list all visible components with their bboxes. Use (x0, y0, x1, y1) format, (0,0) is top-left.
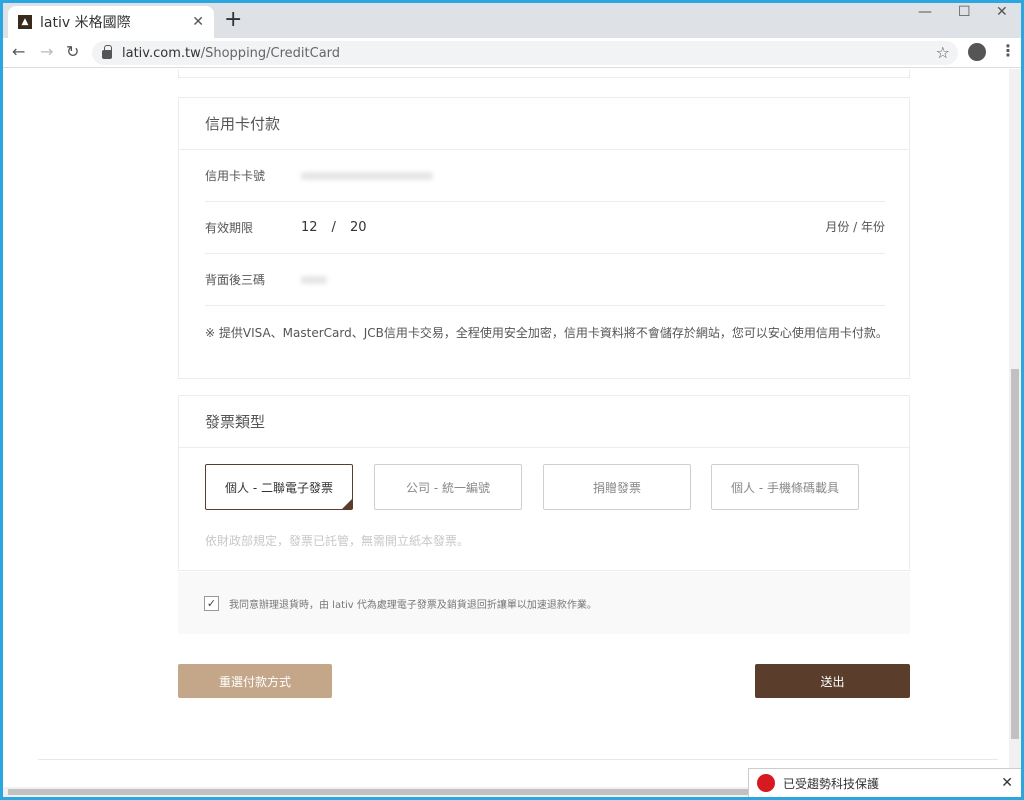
forward-arrow-icon[interactable]: → (40, 42, 53, 61)
trend-micro-toast: 已受趨勢科技保護 ✕ (748, 768, 1022, 798)
toast-text: 已受趨勢科技保護 (783, 776, 880, 791)
invoice-option-personal-e-invoice[interactable]: 個人 - 二聯電子發票 (205, 464, 353, 510)
lativ-favicon-icon: ▲ (18, 15, 32, 29)
tab-close-icon[interactable]: ✕ (192, 14, 204, 30)
card-number-input[interactable] (301, 171, 433, 180)
credit-card-section: 信用卡付款 信用卡卡號 有效期限 12 / 20 月份 / 年份 背面後三碼 ※… (178, 97, 910, 379)
cvv-row: 背面後三碼 (205, 254, 885, 306)
expiry-separator: / (331, 220, 336, 235)
url-host: lativ.com.tw (122, 45, 201, 61)
agree-refund-row: ✓ 我同意辦理退貨時，由 lativ 代為處理電子發票及銷貨退回折讓單以加速退款… (178, 572, 910, 634)
cvv-input[interactable] (301, 275, 327, 284)
expiry-label: 有效期限 (205, 221, 254, 235)
card-number-row: 信用卡卡號 (205, 150, 885, 202)
browser-menu-icon[interactable]: ⋮ (1000, 41, 1016, 60)
new-tab-button[interactable]: + (224, 8, 242, 32)
vertical-scrollbar[interactable] (1009, 69, 1021, 787)
profile-avatar-icon[interactable] (968, 43, 986, 61)
window-minimize-button[interactable]: — (918, 4, 932, 20)
browser-tab[interactable]: ▲ lativ 米格國際 ✕ (8, 6, 214, 38)
window-close-button[interactable]: ✕ (996, 4, 1008, 20)
toast-close-icon[interactable]: ✕ (1001, 775, 1013, 791)
expiry-year-input[interactable]: 20 (350, 220, 367, 235)
card-number-label: 信用卡卡號 (205, 169, 266, 183)
submit-button[interactable]: 送出 (755, 664, 910, 698)
invoice-option-mobile-barcode[interactable]: 個人 - 手機條碼載具 (711, 464, 859, 510)
window-maximize-button[interactable]: ☐ (958, 4, 971, 20)
cvv-label: 背面後三碼 (205, 273, 266, 287)
invoice-title: 發票類型 (179, 396, 909, 448)
footer-divider (38, 759, 998, 760)
trend-micro-logo-icon (757, 774, 775, 792)
invoice-option-donation[interactable]: 捐贈發票 (543, 464, 691, 510)
bookmark-star-icon[interactable]: ☆ (936, 43, 950, 62)
address-bar[interactable]: lativ.com.tw/Shopping/CreditCard ☆ (92, 41, 958, 65)
tab-title: lativ 米格國際 (40, 15, 131, 31)
reselect-payment-button[interactable]: 重選付款方式 (178, 664, 332, 698)
agree-checkbox[interactable]: ✓ (204, 595, 219, 611)
back-arrow-icon[interactable]: ← (12, 42, 25, 61)
page-content: 信用卡付款 信用卡卡號 有效期限 12 / 20 月份 / 年份 背面後三碼 ※… (3, 69, 1009, 789)
expiry-unit-hint: 月份 / 年份 (825, 220, 885, 234)
security-note: ※ 提供VISA、MasterCard、JCB信用卡交易，全程使用安全加密，信用… (205, 326, 888, 340)
invoice-option-company-tax-id[interactable]: 公司 - 統一編號 (374, 464, 522, 510)
address-toolbar: ← → ↻ lativ.com.tw/Shopping/CreditCard ☆… (0, 38, 1024, 68)
previous-section-card (178, 69, 910, 78)
agree-text: 我同意辦理退貨時，由 lativ 代為處理電子發票及銷貨退回折讓單以加速退款作業… (229, 599, 597, 611)
expiry-month-input[interactable]: 12 (301, 220, 318, 235)
expiry-row: 有效期限 12 / 20 月份 / 年份 (205, 202, 885, 254)
invoice-section: 發票類型 個人 - 二聯電子發票 公司 - 統一編號 捐贈發票 個人 - 手機條… (178, 395, 910, 571)
vertical-scroll-thumb[interactable] (1011, 369, 1019, 739)
url-path: /Shopping/CreditCard (200, 45, 341, 61)
lock-icon (102, 44, 112, 59)
tab-bar: ▲ lativ 米格國際 ✕ + — ☐ ✕ (0, 0, 1024, 38)
credit-card-title: 信用卡付款 (179, 98, 909, 150)
reload-icon[interactable]: ↻ (66, 42, 79, 61)
invoice-note: 依財政部規定，發票已託管，無需開立紙本發票。 (205, 534, 470, 548)
